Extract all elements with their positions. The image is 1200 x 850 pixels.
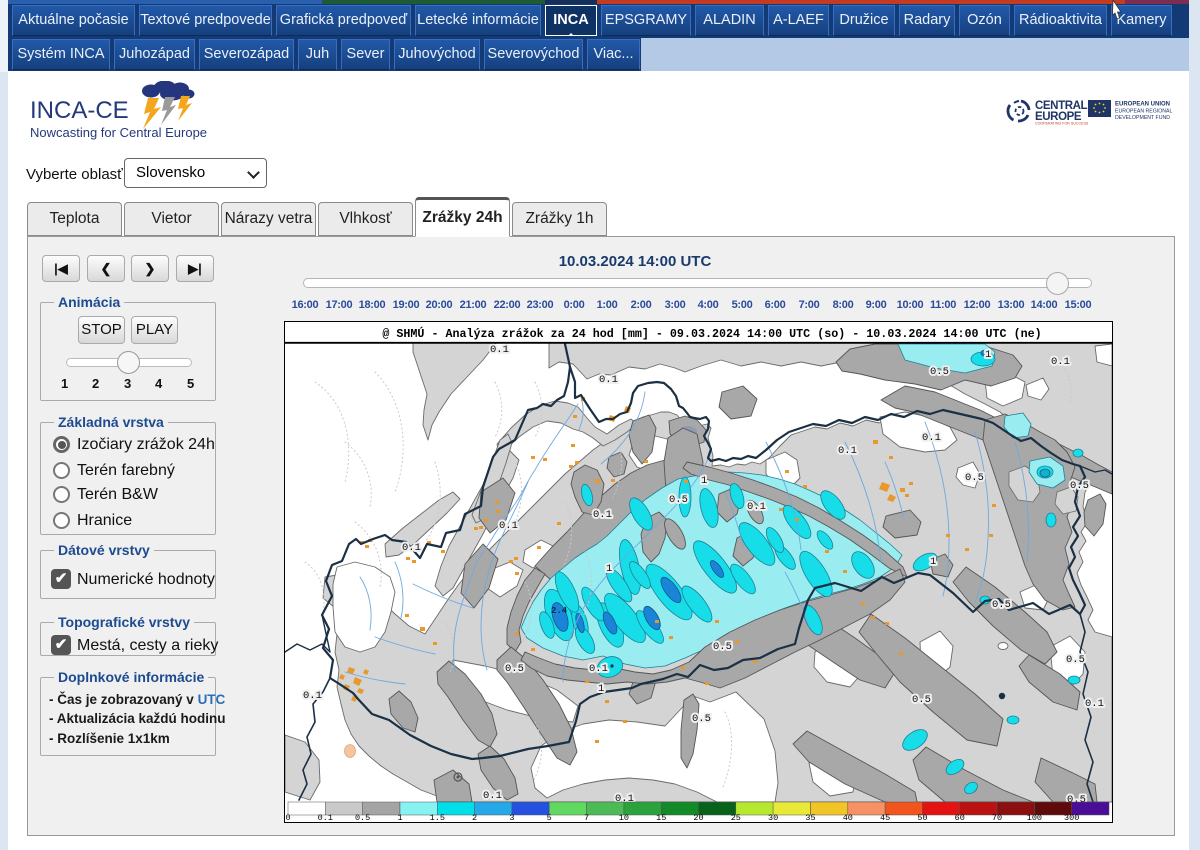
svg-text:50: 50 bbox=[917, 813, 927, 822]
svg-text:10: 10 bbox=[619, 813, 629, 822]
svg-text:60: 60 bbox=[955, 813, 965, 822]
svg-text:0.5: 0.5 bbox=[930, 366, 949, 378]
svg-text:5: 5 bbox=[547, 813, 552, 822]
svg-text:0.1: 0.1 bbox=[483, 790, 502, 802]
svg-text:0.1: 0.1 bbox=[593, 509, 612, 521]
svg-text:0.1: 0.1 bbox=[589, 663, 608, 675]
svg-text:0: 0 bbox=[285, 813, 290, 822]
svg-text:0.1: 0.1 bbox=[318, 813, 333, 822]
svg-text:0.5: 0.5 bbox=[912, 694, 931, 706]
svg-text:0.1: 0.1 bbox=[1085, 698, 1104, 710]
svg-text:2.4: 2.4 bbox=[551, 606, 568, 616]
svg-text:20: 20 bbox=[693, 813, 703, 822]
svg-text:COOPERATING FOR SUCCESS: COOPERATING FOR SUCCESS bbox=[1035, 122, 1089, 126]
svg-text:0.5: 0.5 bbox=[1066, 654, 1085, 666]
svg-text:1.5: 1.5 bbox=[430, 813, 445, 822]
svg-text:300: 300 bbox=[1064, 813, 1079, 822]
svg-text:35: 35 bbox=[805, 813, 815, 822]
svg-text:0.5: 0.5 bbox=[355, 813, 370, 822]
svg-text:DEVELOPMENT FUND: DEVELOPMENT FUND bbox=[1115, 115, 1170, 121]
svg-text:0.5: 0.5 bbox=[965, 472, 984, 484]
svg-text:40: 40 bbox=[843, 813, 853, 822]
svg-text:0.5: 0.5 bbox=[1070, 480, 1089, 492]
svg-text:25: 25 bbox=[731, 813, 741, 822]
svg-text:0.1: 0.1 bbox=[402, 542, 421, 554]
svg-text:1: 1 bbox=[598, 683, 604, 695]
svg-text:0.5: 0.5 bbox=[669, 494, 688, 506]
svg-text:0.5: 0.5 bbox=[992, 599, 1011, 611]
svg-text:7: 7 bbox=[584, 813, 589, 822]
svg-text:0.1: 0.1 bbox=[303, 690, 322, 702]
svg-text:1: 1 bbox=[397, 813, 402, 822]
svg-text:0.1: 0.1 bbox=[499, 520, 518, 532]
svg-text:EUROPEAN REGIONAL: EUROPEAN REGIONAL bbox=[1115, 109, 1172, 115]
svg-text:100: 100 bbox=[1027, 813, 1042, 822]
svg-text:0.1: 0.1 bbox=[922, 432, 941, 444]
svg-text:3: 3 bbox=[509, 813, 514, 822]
svg-text:0.5: 0.5 bbox=[692, 713, 711, 725]
svg-text:1: 1 bbox=[606, 563, 612, 575]
svg-text:0.5: 0.5 bbox=[505, 663, 524, 675]
svg-text:1: 1 bbox=[701, 475, 707, 487]
svg-text:45: 45 bbox=[880, 813, 890, 822]
svg-text:70: 70 bbox=[992, 813, 1002, 822]
svg-text:1: 1 bbox=[985, 349, 991, 361]
svg-text:EUROPEAN UNION: EUROPEAN UNION bbox=[1115, 102, 1170, 108]
svg-text:30: 30 bbox=[768, 813, 778, 822]
svg-text:0.1: 0.1 bbox=[599, 374, 618, 386]
svg-text:0.1: 0.1 bbox=[747, 501, 766, 513]
svg-text:2: 2 bbox=[472, 813, 477, 822]
svg-text:@ SHMÚ - Analýza zrážok za 24: @ SHMÚ - Analýza zrážok za 24 hod [mm] -… bbox=[382, 327, 1041, 341]
svg-text:0.5: 0.5 bbox=[713, 641, 732, 653]
svg-text:1: 1 bbox=[930, 556, 936, 568]
svg-text:0.1: 0.1 bbox=[1051, 356, 1070, 368]
svg-text:0.1: 0.1 bbox=[490, 344, 509, 356]
svg-text:15: 15 bbox=[656, 813, 666, 822]
svg-text:0.1: 0.1 bbox=[838, 445, 857, 457]
